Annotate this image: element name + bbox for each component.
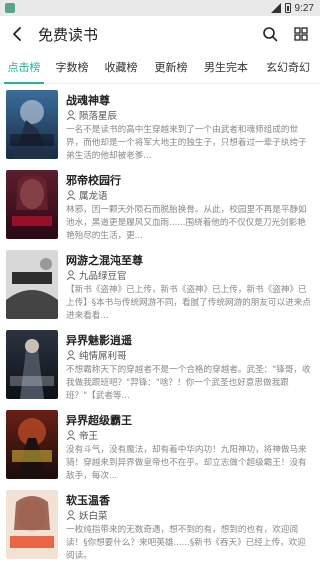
tab-favorites-rank[interactable]: 收藏榜 [96,52,146,84]
author-name: 属龙语 [79,191,108,202]
author-icon [66,110,76,120]
tab-fantasy[interactable]: 玄幻奇幻 [256,52,320,84]
author-icon [66,510,76,520]
book-item[interactable]: 异界超级霸王 帝王 没有斗气，没有魔法，却有着中华内功！九阳神功，将神做马来骑！… [0,404,320,484]
book-title: 邪帝校园行 [66,174,121,187]
book-author: 帝王 [66,428,98,442]
tab-update-rank[interactable]: 更新榜 [146,52,196,84]
book-item[interactable]: 网游之混沌至尊 九品绿豆官 【新书《盗神》已上传，新书《盗神》已上传，新书《盗神… [0,244,320,324]
book-description: 【新书《盗神》已上传，新书《盗神》已上传，新书《盗神》已上传】§本书与传统网游不… [66,285,311,321]
app-notification-icon [5,3,15,13]
book-description: 一枚纯指带来的无数奇遇，想不到的有，想到的也有，欢迎阅读！§你想要什么？来吧英雄… [66,525,306,561]
book-title: 网游之混沌至尊 [66,254,143,267]
author-name: 纯情屌利哥 [79,351,127,362]
tab-male-completed[interactable]: 男生完本 [196,52,256,84]
app-bar: 免费读书 [0,16,320,52]
status-bar: 9:27 [0,0,320,16]
book-title: 异界魅影逍遥 [66,334,132,347]
book-author: 纯情屌利哥 [66,348,127,362]
book-description: 林邪，因一颗天外陨石而脱胎换骨。从此，校园里不再是平静如池水，黑道更是履风又血雨… [66,205,307,241]
category-tabs: 点击榜 字数榜 收藏榜 更新榜 男生完本 玄幻奇幻 [0,52,320,84]
tab-word-count-rank[interactable]: 字数榜 [48,52,96,84]
book-title: 异界超级霸王 [66,414,132,427]
book-title: 战魂神尊 [66,94,110,107]
book-item[interactable]: 邪帝校园行 属龙语 林邪，因一颗天外陨石而脱胎换骨。从此，校园里不再是平静如池水… [0,164,320,244]
book-author: 九品绿豆官 [66,268,127,282]
author-name: 妖白菜 [79,511,108,522]
tab-click-rank[interactable]: 点击榜 [0,52,48,84]
search-icon[interactable] [262,26,278,42]
book-author: 妖白菜 [66,508,108,522]
back-arrow-icon[interactable] [9,25,27,43]
battery-icon [284,3,291,13]
author-icon [66,190,76,200]
book-cover [6,170,58,239]
author-name: 帝王 [79,431,99,442]
author-name: 陨落星辰 [79,111,118,122]
book-cover [6,410,58,479]
book-author: 陨落星辰 [66,108,117,122]
grid-view-icon[interactable] [294,27,308,41]
author-icon [66,270,76,280]
status-time: 9:27 [294,2,314,14]
book-cover [6,90,58,159]
book-title: 软玉温香 [66,494,110,507]
signal-icon [270,3,281,13]
book-cover [6,250,58,319]
book-description: 一名不是读书的高中生穿越来到了一个由武者和魂师组成的世界，而他却是一个将军大地主… [66,125,307,161]
book-item[interactable]: 异界魅影逍遥 纯情屌利哥 不想霸称天下的穿越者不是一个合格的穿越者。武圣："锋哥… [0,324,320,404]
author-icon [66,430,76,440]
book-item[interactable]: 战魂神尊 陨落星辰 一名不是读书的高中生穿越来到了一个由武者和魂师组成的世界，而… [0,84,320,164]
book-description: 不想霸称天下的穿越者不是一个合格的穿越者。武圣："锋哥，收我做我跟班吧？"羿锋：… [66,365,311,401]
book-author: 属龙语 [66,188,108,202]
author-icon [66,350,76,360]
book-list: 战魂神尊 陨落星辰 一名不是读书的高中生穿越来到了一个由武者和魂师组成的世界，而… [0,84,320,564]
book-cover [6,490,58,559]
book-cover [6,330,58,399]
author-name: 九品绿豆官 [79,271,127,282]
book-item[interactable]: 软玉温香 妖白菜 一枚纯指带来的无数奇遇，想不到的有，想到的也有，欢迎阅读！§你… [0,484,320,564]
page-title: 免费读书 [38,26,99,44]
book-description: 没有斗气，没有魔法，却有着中华内功！九阳神功，将神做马来骑！穿越来到异界做皇帝也… [66,445,307,481]
